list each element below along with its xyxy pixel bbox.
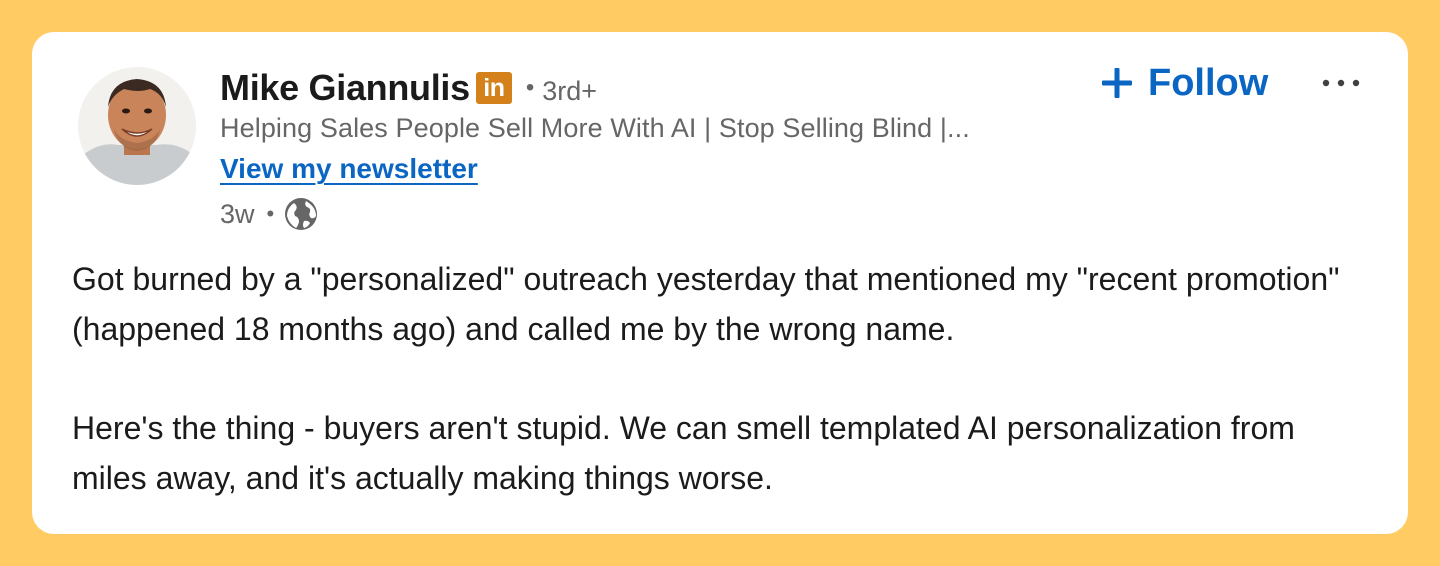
follow-button[interactable]: Follow [1100, 60, 1268, 106]
post-body: Got burned by a "personalized" outreach … [72, 254, 1372, 503]
globe-icon [284, 197, 318, 231]
author-name[interactable]: Mike Giannulis [220, 67, 470, 109]
more-options-button[interactable] [1316, 60, 1366, 106]
connection-degree: 3rd+ [542, 75, 598, 106]
follow-label: Follow [1148, 61, 1269, 104]
post-paragraph: Got burned by a "personalized" outreach … [72, 261, 1340, 347]
linkedin-premium-badge-icon: in [475, 72, 512, 104]
author-row: Mike Giannulis in • 3rd+ [220, 64, 597, 112]
degree-separator: • [525, 74, 535, 101]
post-meta: 3w • [220, 194, 318, 234]
avatar-image [78, 67, 196, 185]
more-options-icon [1322, 79, 1360, 87]
highlight-frame: Mike Giannulis in • 3rd+ Helping Sales P… [0, 0, 1440, 566]
post-paragraph: Here's the thing - buyers aren't stupid.… [72, 410, 1295, 496]
view-newsletter-link[interactable]: View my newsletter [220, 153, 478, 185]
plus-icon [1100, 66, 1134, 100]
avatar[interactable] [78, 67, 196, 185]
meta-separator: • [266, 201, 275, 226]
post-timestamp[interactable]: 3w [220, 199, 255, 230]
author-headline[interactable]: Helping Sales People Sell More With AI |… [220, 113, 970, 144]
